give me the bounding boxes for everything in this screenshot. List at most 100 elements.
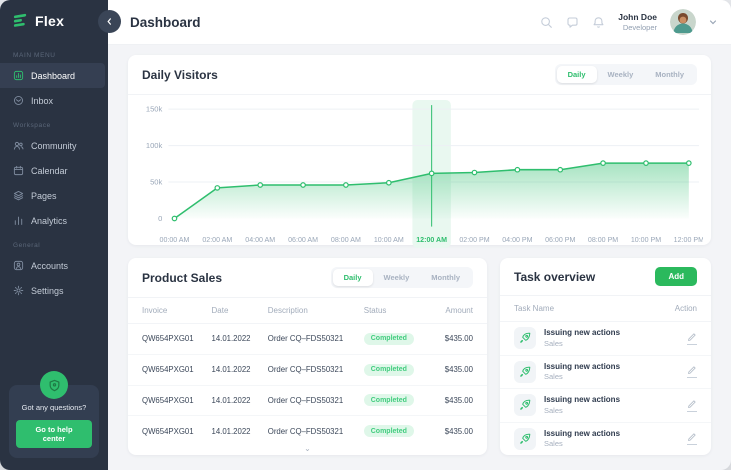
sidebar-item-settings[interactable]: Settings [0, 278, 108, 303]
sidebar-item-analytics[interactable]: Analytics [0, 208, 108, 233]
svg-text:06:00 AM: 06:00 AM [288, 236, 318, 244]
rocket-icon [514, 327, 536, 349]
logo-text: Flex [35, 13, 64, 29]
cell-amount: $435.00 [427, 396, 473, 405]
column-header-date: Date [212, 306, 268, 315]
task-category: Sales [544, 339, 620, 349]
sales-tab-weekly[interactable]: Weekly [373, 269, 421, 286]
analytics-icon [13, 215, 24, 226]
column-header-invoice: Invoice [142, 306, 212, 315]
cell-amount: $435.00 [427, 334, 473, 343]
community-icon [13, 140, 24, 151]
chat-icon[interactable] [566, 16, 579, 29]
svg-text:04:00 PM: 04:00 PM [502, 236, 532, 244]
task-action-column: Action [675, 304, 697, 313]
user-role: Developer [618, 23, 657, 32]
pages-icon [13, 190, 24, 201]
task-name: Issuing new actions [544, 395, 620, 405]
cell-status: Completed [364, 394, 427, 406]
svg-text:150k: 150k [146, 105, 163, 114]
visitors-chart: 150k100k50k000:00 AM02:00 AM04:00 AM06:0… [128, 95, 711, 251]
visitors-tab-monthly[interactable]: Monthly [644, 66, 695, 83]
visitors-tab-daily[interactable]: Daily [557, 66, 597, 83]
content: Daily Visitors DailyWeeklyMonthly 150k10… [108, 45, 731, 470]
sidebar-item-label: Analytics [31, 216, 67, 226]
task-name: Issuing new actions [544, 429, 620, 439]
inbox-icon [13, 95, 24, 106]
avatar[interactable] [670, 9, 696, 35]
task-table-header: Task Name Action [500, 296, 711, 322]
sidebar-item-label: Dashboard [31, 71, 75, 81]
sales-tab-daily[interactable]: Daily [333, 269, 373, 286]
sidebar-item-label: Accounts [31, 261, 68, 271]
sidebar-collapse-button[interactable] [98, 10, 121, 33]
svg-text:00:00 AM: 00:00 AM [160, 236, 190, 244]
product-sales-title: Product Sales [142, 271, 222, 285]
list-item[interactable]: Issuing new actionsSales [500, 423, 711, 456]
edit-icon[interactable] [687, 365, 697, 378]
status-badge: Completed [364, 425, 414, 437]
visitors-tab-weekly[interactable]: Weekly [597, 66, 645, 83]
help-center-button[interactable]: Go to help center [16, 420, 92, 448]
cell-amount: $435.00 [427, 365, 473, 374]
status-badge: Completed [364, 333, 414, 345]
sidebar-item-dashboard[interactable]: Dashboard [0, 63, 105, 88]
main-area: Dashboard John Doe Developer [108, 0, 731, 470]
sidebar-item-pages[interactable]: Pages [0, 183, 108, 208]
nav-section-label: Workspace [0, 113, 108, 133]
user-menu[interactable]: John Doe Developer [618, 12, 657, 32]
cell-description: Order CQ–FDS50321 [268, 427, 364, 436]
sidebar-item-calendar[interactable]: Calendar [0, 158, 108, 183]
task-name: Issuing new actions [544, 328, 620, 338]
visitors-tab-group: DailyWeeklyMonthly [555, 64, 697, 85]
edit-icon[interactable] [687, 432, 697, 445]
cell-date: 14.01.2022 [212, 427, 268, 436]
cell-date: 14.01.2022 [212, 396, 268, 405]
cell-invoice: QW654PXG01 [142, 365, 212, 374]
cell-invoice: QW654PXG01 [142, 334, 212, 343]
edit-icon[interactable] [687, 399, 697, 412]
logo[interactable]: Flex [0, 0, 108, 43]
dashboard-icon [13, 70, 24, 81]
svg-text:12:00 AM: 12:00 AM [416, 236, 447, 244]
task-overview-card: Task overview Add Task Name Action Issui… [500, 258, 711, 455]
cell-amount: $435.00 [427, 427, 473, 436]
sales-tab-monthly[interactable]: Monthly [420, 269, 471, 286]
svg-text:02:00 AM: 02:00 AM [202, 236, 232, 244]
column-header-description: Description [268, 306, 364, 315]
svg-text:10:00 PM: 10:00 PM [631, 236, 661, 244]
sidebar-item-accounts[interactable]: Accounts [0, 253, 108, 278]
list-item[interactable]: Issuing new actionsSales [500, 356, 711, 390]
table-row[interactable]: QW654PXG0114.01.2022Order CQ–FDS50321Com… [128, 386, 487, 417]
search-icon[interactable] [540, 16, 553, 29]
chevron-down-icon[interactable] [709, 18, 717, 26]
table-row[interactable]: QW654PXG0114.01.2022Order CQ–FDS50321Com… [128, 324, 487, 355]
flex-logo-icon [12, 12, 29, 29]
table-row[interactable]: QW654PXG0114.01.2022Order CQ–FDS50321Com… [128, 355, 487, 386]
task-overview-title: Task overview [514, 270, 595, 284]
edit-icon[interactable] [687, 332, 697, 345]
cell-date: 14.01.2022 [212, 365, 268, 374]
calendar-icon [13, 165, 24, 176]
cell-status: Completed [364, 333, 427, 345]
sidebar-item-community[interactable]: Community [0, 133, 108, 158]
bell-icon[interactable] [592, 16, 605, 29]
svg-text:02:00 PM: 02:00 PM [459, 236, 489, 244]
sidebar-item-inbox[interactable]: Inbox [0, 88, 108, 113]
daily-visitors-card: Daily Visitors DailyWeeklyMonthly 150k10… [128, 55, 711, 245]
task-category: Sales [544, 439, 620, 449]
table-row[interactable]: QW654PXG0114.01.2022Order CQ–FDS50321Com… [128, 416, 487, 446]
user-name: John Doe [618, 12, 657, 23]
table-more-chevron-icon[interactable]: ⌄ [128, 446, 487, 455]
list-item[interactable]: Issuing new actionsSales [500, 389, 711, 423]
list-item[interactable]: Issuing new actionsSales [500, 322, 711, 356]
rocket-icon [514, 361, 536, 383]
cell-invoice: QW654PXG01 [142, 396, 212, 405]
shield-icon [40, 371, 68, 399]
svg-text:10:00 AM: 10:00 AM [374, 236, 404, 244]
sidebar-item-label: Calendar [31, 166, 68, 176]
column-header-status: Status [364, 306, 427, 315]
add-task-button[interactable]: Add [655, 267, 697, 286]
sidebar-item-label: Community [31, 141, 77, 151]
rocket-icon [514, 428, 536, 450]
